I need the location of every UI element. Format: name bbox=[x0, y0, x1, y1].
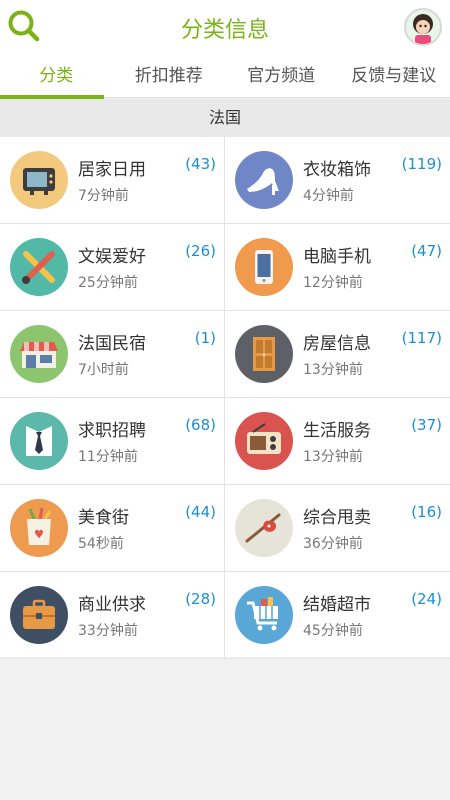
category-count: (68) bbox=[185, 416, 216, 434]
category-name: 求职招聘 bbox=[78, 421, 146, 441]
category-time: 45分钟前 bbox=[303, 623, 363, 639]
category-time: 12分钟前 bbox=[303, 275, 363, 291]
category-count: (26) bbox=[185, 242, 216, 260]
category-name: 商业供求 bbox=[78, 595, 146, 615]
category-item-housing[interactable]: 房屋信息 (117) 13分钟前 bbox=[225, 311, 450, 398]
category-name: 生活服务 bbox=[303, 421, 371, 441]
category-item-fashion[interactable]: 衣妆箱饰 (119) 4分钟前 bbox=[225, 137, 450, 224]
category-grid: 居家日用 (43) 7分钟前 衣妆箱饰 (119) 4分钟前 文娱爱好 (26)… bbox=[0, 137, 450, 659]
avatar[interactable] bbox=[404, 8, 442, 46]
category-time: 4分钟前 bbox=[303, 188, 354, 204]
tab-label: 反馈与建议 bbox=[351, 66, 437, 86]
category-time: 33分钟前 bbox=[78, 623, 138, 639]
category-count: (117) bbox=[401, 329, 442, 347]
category-count: (1) bbox=[194, 329, 216, 347]
category-time: 36分钟前 bbox=[303, 536, 363, 552]
category-name: 美食街 bbox=[78, 508, 129, 528]
category-item-wedding[interactable]: 结婚超市 (24) 45分钟前 bbox=[225, 572, 450, 659]
category-item-jobs[interactable]: 求职招聘 (68) 11分钟前 bbox=[0, 398, 225, 485]
high-heel-icon bbox=[235, 151, 293, 209]
tab-official[interactable]: 官方频道 bbox=[225, 56, 338, 98]
category-item-lodging[interactable]: 法国民宿 (1) 7小时前 bbox=[0, 311, 225, 398]
category-count: (28) bbox=[185, 590, 216, 608]
category-count: (37) bbox=[411, 416, 442, 434]
category-time: 7分钟前 bbox=[78, 188, 129, 204]
tab-label: 官方频道 bbox=[247, 66, 316, 86]
shop-icon bbox=[10, 325, 68, 383]
category-name: 房屋信息 bbox=[303, 334, 371, 354]
section-header: 法国 bbox=[0, 99, 450, 137]
art-tools-icon bbox=[10, 238, 68, 296]
door-icon bbox=[235, 325, 293, 383]
category-count: (43) bbox=[185, 155, 216, 173]
category-name: 衣妆箱饰 bbox=[303, 160, 371, 180]
category-item-food[interactable]: 美食街 (44) 54秒前 bbox=[0, 485, 225, 572]
shopping-cart-icon bbox=[235, 586, 293, 644]
page-title: 分类信息 bbox=[180, 18, 269, 43]
category-count: (44) bbox=[185, 503, 216, 521]
briefcase-icon bbox=[10, 586, 68, 644]
category-item-electronics[interactable]: 电脑手机 (47) 12分钟前 bbox=[225, 224, 450, 311]
tab-discount[interactable]: 折扣推荐 bbox=[113, 56, 226, 98]
category-name: 法国民宿 bbox=[78, 334, 146, 354]
category-name: 电脑手机 bbox=[303, 247, 371, 267]
category-time: 25分钟前 bbox=[78, 275, 138, 291]
category-time: 7小时前 bbox=[78, 362, 129, 378]
tv-icon bbox=[10, 151, 68, 209]
bindle-icon bbox=[235, 499, 293, 557]
category-item-sale[interactable]: 综合甩卖 (16) 36分钟前 bbox=[225, 485, 450, 572]
category-name: 综合甩卖 bbox=[303, 508, 371, 528]
tab-category[interactable]: 分类 bbox=[0, 56, 113, 99]
category-item-home[interactable]: 居家日用 (43) 7分钟前 bbox=[0, 137, 225, 224]
category-count: (47) bbox=[411, 242, 442, 260]
category-count: (24) bbox=[411, 590, 442, 608]
tab-label: 分类 bbox=[39, 66, 74, 86]
category-item-business[interactable]: 商业供求 (28) 33分钟前 bbox=[0, 572, 225, 659]
category-item-services[interactable]: 生活服务 (37) 13分钟前 bbox=[225, 398, 450, 485]
category-name: 文娱爱好 bbox=[78, 247, 146, 267]
category-time: 11分钟前 bbox=[78, 449, 138, 465]
shirt-tie-icon bbox=[10, 412, 68, 470]
app-header: 分类信息 bbox=[0, 0, 450, 56]
smartphone-icon bbox=[235, 238, 293, 296]
category-name: 结婚超市 bbox=[303, 595, 371, 615]
category-item-entertainment[interactable]: 文娱爱好 (26) 25分钟前 bbox=[0, 224, 225, 311]
category-time: 54秒前 bbox=[78, 536, 124, 552]
category-count: (16) bbox=[411, 503, 442, 521]
radio-icon bbox=[235, 412, 293, 470]
tab-label: 折扣推荐 bbox=[134, 66, 203, 86]
tab-bar: 分类 折扣推荐 官方频道 反馈与建议 bbox=[0, 56, 450, 99]
category-time: 13分钟前 bbox=[303, 362, 363, 378]
category-name: 居家日用 bbox=[78, 160, 146, 180]
category-count: (119) bbox=[401, 155, 442, 173]
category-time: 13分钟前 bbox=[303, 449, 363, 465]
tab-feedback[interactable]: 反馈与建议 bbox=[338, 56, 450, 98]
grocery-bag-icon bbox=[10, 499, 68, 557]
